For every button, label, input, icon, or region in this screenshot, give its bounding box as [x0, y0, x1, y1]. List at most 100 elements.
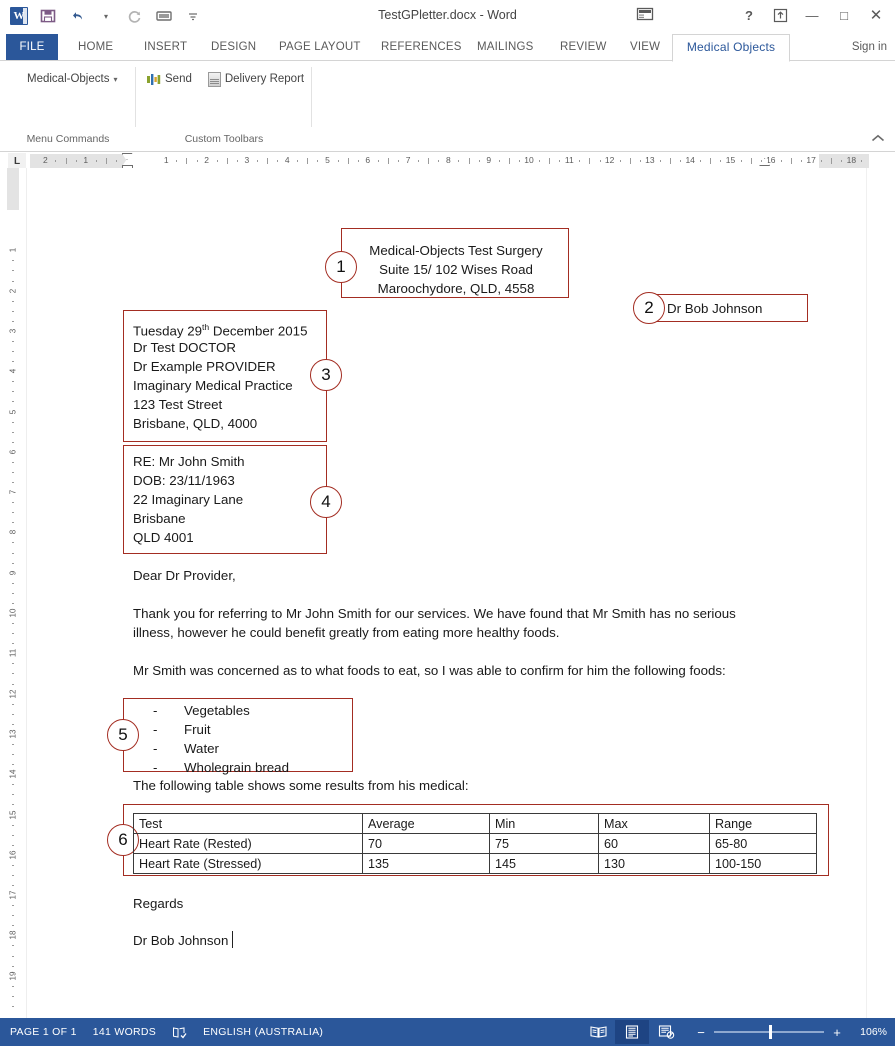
ribbon-group-menu-commands: Medical-Objects ▾ Menu Commands	[0, 61, 136, 149]
vruler-tick	[12, 471, 14, 473]
ruler-number: 9	[486, 155, 492, 165]
language-indicator[interactable]: ENGLISH (AUSTRALIA)	[203, 1026, 323, 1038]
vruler-tick	[12, 300, 14, 302]
ruler-tick	[468, 158, 470, 164]
print-layout-icon[interactable]	[615, 1020, 649, 1044]
results-table[interactable]: Test Average Min Max Range Heart Rate (R…	[133, 813, 817, 874]
ruler-tick	[821, 160, 823, 162]
maximize-button[interactable]: □	[829, 3, 859, 27]
minimize-button[interactable]: —	[797, 3, 827, 27]
send-button[interactable]: Send	[142, 68, 197, 90]
patient-line-2: DOB: 23/11/1963	[133, 473, 235, 488]
annotation-marker-2: 2	[633, 292, 665, 324]
ruler-number: 12	[604, 155, 615, 165]
sender-name: Dr Bob Johnson	[667, 301, 763, 316]
ruler-page-area	[126, 154, 820, 168]
vruler-number: 4	[8, 368, 18, 374]
table-cell: Heart Rate (Rested)	[133, 833, 363, 854]
table-header-min: Min	[489, 813, 599, 834]
sender-address-line-2: Suite 15/ 102 Wises Road	[379, 262, 533, 277]
tab-view[interactable]: VIEW	[620, 34, 670, 60]
ruler-tick	[196, 160, 198, 162]
food-item-4: Wholegrain bread	[184, 760, 289, 775]
delivery-report-button[interactable]: Delivery Report	[203, 68, 309, 90]
ruler-number: 5	[325, 155, 330, 165]
table-cell: 60	[598, 833, 710, 854]
zoom-out-button[interactable]: −	[695, 1025, 707, 1040]
table-header-row: Test Average Min Max Range	[133, 813, 817, 834]
vruler-number: 13	[8, 729, 18, 739]
tab-page-layout[interactable]: PAGE LAYOUT	[269, 34, 371, 60]
vruler-number: 16	[8, 850, 18, 860]
dropdown-caret-icon: ▾	[113, 74, 118, 84]
recipient-line-2: Dr Test DOCTOR	[133, 340, 236, 355]
ruler-tick	[55, 160, 57, 162]
ruler-tick	[236, 160, 238, 162]
ruler-tick	[438, 160, 440, 162]
word-application-window: ▾ TestGPletter.docx - Word ? — □ ✕	[0, 0, 895, 1046]
vruler-number: 2	[8, 288, 18, 293]
collapse-ribbon-icon[interactable]	[871, 134, 885, 146]
vruler-tick	[12, 340, 14, 342]
ruler-tick	[760, 160, 762, 162]
food-bullet-3: -	[153, 741, 158, 756]
food-item-3: Water	[184, 741, 219, 756]
ruler-tick	[670, 158, 672, 164]
medical-objects-menu-button[interactable]: Medical-Objects ▾	[22, 68, 122, 90]
ribbon-tabs: FILE HOME INSERT DESIGN PAGE LAYOUT REFE…	[0, 34, 895, 62]
zoom-slider[interactable]	[714, 1025, 824, 1039]
ribbon-display-options-icon[interactable]	[635, 6, 657, 24]
recipient-line-6: Brisbane, QLD, 4000	[133, 416, 258, 431]
tab-review[interactable]: REVIEW	[550, 34, 617, 60]
vertical-ruler[interactable]: 1 2 3 4 5 6 7 8 9 10 11 12 13 14 15 16 17 18 19	[0, 168, 27, 1018]
patient-line-1: RE: Mr John Smith	[133, 454, 245, 469]
help-button[interactable]: ?	[735, 3, 763, 27]
tab-insert[interactable]: INSERT	[134, 34, 197, 60]
zoom-slider-thumb[interactable]	[769, 1025, 772, 1039]
ruler-tick	[186, 158, 188, 164]
ribbon-display-options-button[interactable]	[765, 3, 795, 27]
group-label-custom-toolbars: Custom Toolbars	[184, 133, 264, 145]
vruler-tick	[12, 280, 14, 282]
vruler-top-margin	[7, 168, 19, 210]
sign-in-link[interactable]: Sign in	[852, 34, 887, 60]
zoom-in-button[interactable]: +	[831, 1025, 843, 1040]
tab-medical-objects[interactable]: Medical Objects	[672, 34, 790, 62]
table-header-average: Average	[362, 813, 490, 834]
zoom-level[interactable]: 106%	[853, 1026, 887, 1038]
vruler-tick	[12, 633, 14, 635]
read-mode-icon[interactable]	[581, 1020, 615, 1044]
word-count[interactable]: 141 WORDS	[93, 1026, 156, 1038]
delivery-report-icon	[207, 71, 221, 87]
table-intro: The following table shows some results f…	[133, 778, 469, 793]
tab-file[interactable]: FILE	[6, 34, 58, 60]
ruler-number: 10	[524, 155, 534, 165]
close-button[interactable]: ✕	[861, 3, 891, 27]
tab-references[interactable]: REFERENCES	[371, 34, 472, 60]
document-page[interactable]: 1 Medical-Objects Test Surgery Suite 15/…	[26, 168, 895, 1018]
ruler-tick	[398, 160, 400, 162]
ruler-tick	[498, 160, 500, 162]
ruler-tick	[589, 158, 591, 164]
tab-home[interactable]: HOME	[68, 34, 123, 60]
closing: Regards	[133, 896, 184, 911]
ruler-tick	[861, 160, 863, 162]
tab-design[interactable]: DESIGN	[201, 34, 266, 60]
ruler-tick	[75, 160, 77, 162]
vruler-number: 8	[8, 530, 18, 535]
food-bullet-1: -	[153, 703, 158, 718]
web-layout-icon[interactable]	[649, 1020, 683, 1044]
window-controls: ? — □ ✕	[735, 3, 891, 27]
tab-mailings[interactable]: MAILINGS	[467, 34, 544, 60]
vruler-tick	[12, 874, 14, 876]
document-canvas[interactable]: 1 Medical-Objects Test Surgery Suite 15/…	[26, 168, 895, 1018]
vruler-number: 18	[8, 930, 18, 940]
proofing-errors-icon[interactable]	[172, 1026, 187, 1039]
vruler-tick	[12, 270, 14, 272]
vruler-number: 1	[8, 248, 18, 253]
vruler-number: 11	[8, 649, 18, 658]
ruler-track[interactable]: 2 1 1 2 3 4 5 6 7 8 9 10 11 12 13 14 15 16 17 18	[30, 153, 869, 170]
page-indicator[interactable]: PAGE 1 OF 1	[10, 1026, 77, 1038]
tab-stop-selector[interactable]: L	[8, 153, 26, 169]
ruler-tick	[297, 160, 299, 162]
